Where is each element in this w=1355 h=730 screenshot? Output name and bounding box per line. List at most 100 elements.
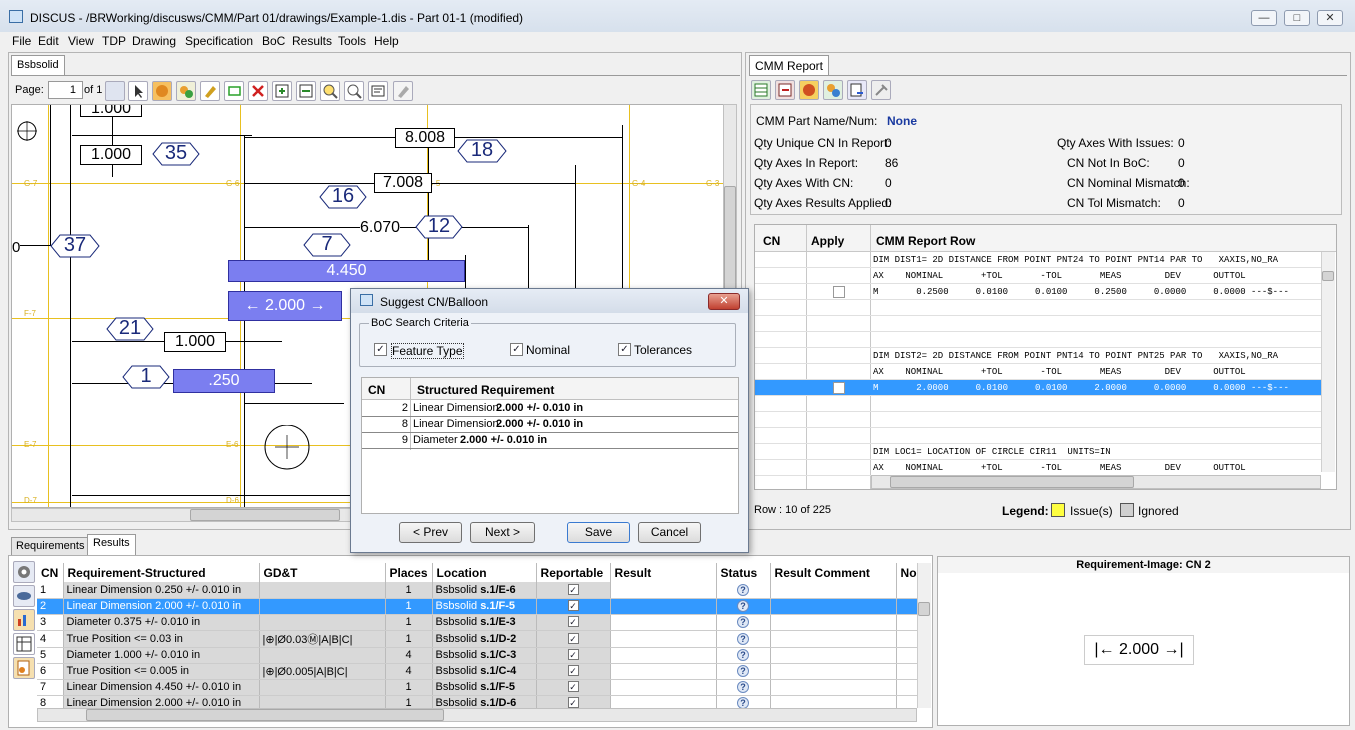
- nominal-checkbox[interactable]: ✓: [510, 343, 523, 356]
- menu-tdp[interactable]: TDP: [102, 34, 126, 48]
- cell-result-comment[interactable]: [770, 614, 897, 631]
- cmm-report-line[interactable]: DIM DIST1= 2D DISTANCE FROM POINT PNT24 …: [755, 252, 1321, 268]
- col-header[interactable]: Location: [432, 563, 537, 582]
- balloon[interactable]: 12: [415, 215, 463, 239]
- table-row[interactable]: 8 Linear Dimension 2.000 +/- 0.010 in 1 Bsb…: [37, 695, 917, 708]
- reportable-checkbox[interactable]: ✓: [567, 649, 579, 660]
- table-icon[interactable]: [13, 633, 35, 655]
- cell-result-comment[interactable]: [770, 598, 897, 615]
- menu-tools[interactable]: Tools: [338, 34, 366, 48]
- scroll-thumb[interactable]: [918, 602, 930, 616]
- tab-bsbsolid[interactable]: Bsbsolid: [11, 55, 65, 75]
- menu-drawing[interactable]: Drawing: [132, 34, 176, 48]
- cancel-button[interactable]: Cancel: [638, 522, 701, 543]
- results-table[interactable]: CN Requirement-Structured GD&T Places Locati…: [37, 563, 917, 708]
- menu-edit[interactable]: Edit: [38, 34, 59, 48]
- reportable-checkbox[interactable]: ✓: [567, 632, 579, 644]
- tolerances-checkbox[interactable]: ✓: [618, 343, 631, 356]
- cell-result-comment[interactable]: [770, 679, 897, 696]
- cell-result[interactable]: [610, 614, 717, 631]
- cell-result[interactable]: [610, 663, 717, 680]
- prev-button[interactable]: < Prev: [399, 522, 462, 543]
- cell-reportable[interactable]: ✓: [536, 647, 611, 664]
- cmm-report-line[interactable]: AX NOMINAL +TOL -TOL MEAS DEV OUTTOL: [755, 460, 1321, 476]
- suggestion-row[interactable]: 2 Linear Dimension 2.000 +/- 0.010 in: [362, 401, 738, 417]
- pointer-icon[interactable]: [128, 81, 148, 101]
- col-header[interactable]: Result: [610, 563, 717, 582]
- balloon[interactable]: 35: [152, 142, 200, 166]
- pen-icon[interactable]: [393, 81, 413, 101]
- dimension-box[interactable]: 8.008: [395, 128, 455, 148]
- tab-results[interactable]: Results: [87, 534, 136, 555]
- cell-result-comment[interactable]: [770, 647, 897, 664]
- scroll-thumb[interactable]: [86, 709, 444, 721]
- table-row[interactable]: 1 Linear Dimension 0.250 +/- 0.010 in 1 Bsb…: [37, 582, 917, 599]
- balloon-group-icon[interactable]: [176, 81, 196, 101]
- cell-reportable[interactable]: ✓: [536, 582, 611, 599]
- cmm-vertical-scrollbar[interactable]: [1321, 252, 1335, 472]
- rectangle-icon[interactable]: [224, 81, 244, 101]
- delete-icon[interactable]: [248, 81, 268, 101]
- page-spinner[interactable]: 1: [48, 81, 83, 99]
- cmm-report-line[interactable]: [755, 396, 1321, 412]
- results-vertical-scrollbar[interactable]: [917, 563, 931, 708]
- minimize-button[interactable]: —: [1251, 10, 1277, 26]
- balloon[interactable]: 7: [303, 233, 351, 257]
- close-window-button[interactable]: ✕: [1317, 10, 1343, 26]
- scroll-thumb[interactable]: [1322, 271, 1334, 281]
- dimension-box[interactable]: 1.000: [164, 332, 226, 352]
- menu-view[interactable]: View: [68, 34, 94, 48]
- selected-dimension[interactable]: 4.450: [228, 260, 465, 282]
- cell-reportable[interactable]: ✓: [536, 679, 611, 696]
- apply-checkbox[interactable]: [833, 286, 845, 298]
- cmm-report-line[interactable]: [755, 428, 1321, 444]
- col-header[interactable]: No: [896, 563, 917, 582]
- cell-result-comment[interactable]: [770, 630, 897, 648]
- cmm-report-line[interactable]: AX NOMINAL +TOL -TOL MEAS DEV OUTTOL: [755, 364, 1321, 380]
- tab-cmm-report[interactable]: CMM Report: [749, 55, 830, 75]
- cell-result[interactable]: [610, 582, 717, 599]
- tab-requirements[interactable]: Requirements: [11, 537, 90, 555]
- selected-dimension[interactable]: .250: [173, 369, 275, 393]
- balloon[interactable]: 37: [50, 234, 100, 258]
- fit-page-icon[interactable]: [105, 81, 125, 101]
- cmm-report-line[interactable]: [755, 412, 1321, 428]
- cmm-report-table[interactable]: CN Apply CMM Report Row DIM DIST1= 2D DI…: [754, 224, 1337, 490]
- scroll-thumb[interactable]: [190, 509, 340, 521]
- gear-icon[interactable]: [13, 561, 35, 583]
- balloon[interactable]: 16: [319, 185, 367, 209]
- menu-help[interactable]: Help: [374, 34, 399, 48]
- menu-boc[interactable]: BoC: [262, 34, 285, 48]
- col-header[interactable]: Requirement-Structured: [63, 563, 260, 582]
- edit-icon[interactable]: [200, 81, 220, 101]
- fit-all-icon[interactable]: [272, 81, 292, 101]
- balloon-group-icon[interactable]: [823, 80, 843, 100]
- cmm-report-line[interactable]: DIM DIST2= 2D DISTANCE FROM POINT PNT14 …: [755, 348, 1321, 364]
- table-row[interactable]: 6 True Position <= 0.005 in |⊕|Ø0.005|A|B|…: [37, 663, 917, 680]
- next-button[interactable]: Next >: [470, 522, 535, 543]
- cell-result[interactable]: [610, 598, 717, 615]
- cell-result[interactable]: [610, 695, 717, 708]
- dimension-text[interactable]: 6.070: [360, 219, 401, 237]
- cell-result-comment[interactable]: [770, 695, 897, 708]
- reportable-checkbox[interactable]: ✓: [567, 583, 579, 595]
- suggestion-row[interactable]: 8 Linear Dimension 2.000 +/- 0.010 in: [362, 417, 738, 433]
- table-row[interactable]: 2 Linear Dimension 2.000 +/- 0.010 in 1 Bsb…: [37, 598, 917, 615]
- table-row[interactable]: 7 Linear Dimension 4.450 +/- 0.010 in 1 Bsb…: [37, 679, 917, 696]
- cell-result-comment[interactable]: [770, 582, 897, 599]
- col-header[interactable]: CN: [37, 563, 64, 582]
- cmm-report-line[interactable]: M 0.2500 0.0100 0.0100 0.2500 0.0000 0.0…: [755, 284, 1321, 300]
- cell-reportable[interactable]: ✓: [536, 663, 611, 680]
- col-header[interactable]: Places: [385, 563, 433, 582]
- cmm-report-line[interactable]: M 2.0000 0.0100 0.0100 2.0000 0.0000 0.0…: [755, 380, 1321, 396]
- remove-row-icon[interactable]: [775, 80, 795, 100]
- table-row[interactable]: 4 True Position <= 0.03 in |⊕|Ø0.03Ⓜ|A|B|C…: [37, 630, 917, 648]
- menu-results[interactable]: Results: [292, 34, 332, 48]
- add-balloon-icon[interactable]: [152, 81, 172, 101]
- scroll-thumb[interactable]: [890, 476, 1134, 488]
- cell-result[interactable]: [610, 647, 717, 664]
- zoom-out-icon[interactable]: [344, 81, 364, 101]
- dimension-box[interactable]: 7.008: [374, 173, 432, 193]
- cmm-report-line[interactable]: [755, 316, 1321, 332]
- cmm-report-line[interactable]: [755, 300, 1321, 316]
